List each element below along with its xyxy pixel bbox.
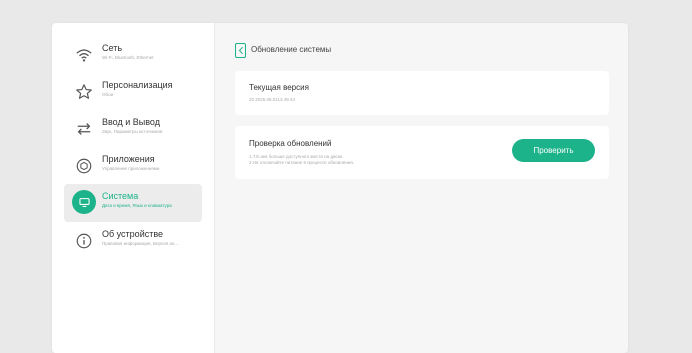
- page-title: Обновление системы: [251, 45, 332, 54]
- current-version-title: Текущая версия: [249, 83, 309, 92]
- main-content: Обновление системы Текущая версия 20.202…: [215, 23, 628, 353]
- sidebar-item-label: Персонализация: [102, 80, 173, 90]
- back-button[interactable]: [235, 43, 246, 58]
- arrows-icon: [74, 119, 94, 139]
- sidebar-item-subtitle: Управление приложениями: [102, 166, 160, 171]
- sidebar-item-network[interactable]: Сеть Wi-Fi, Bluetooth, Ethernet: [64, 37, 202, 73]
- sidebar-item-io[interactable]: Ввод и Вывод Звук, Параметры источников: [64, 111, 202, 147]
- chevron-left-icon: [238, 42, 244, 60]
- star-icon: [74, 82, 94, 102]
- apps-icon: [74, 156, 94, 176]
- sidebar-item-system[interactable]: Система Дата и время, Язык и клавиатура: [64, 184, 202, 222]
- sidebar-item-label: Приложения: [102, 154, 155, 164]
- update-note: 2.Не отключайте питание в процессе обнов…: [249, 160, 355, 165]
- check-updates-button[interactable]: Проверить: [512, 139, 595, 162]
- sidebar-item-apps[interactable]: Приложения Управление приложениями: [64, 148, 202, 184]
- current-version-card: Текущая версия 20.2025.08.0113.49.43: [235, 71, 609, 115]
- sidebar-item-subtitle: Правовая информация, Версия ан...: [102, 241, 179, 246]
- monitor-icon: [72, 190, 96, 214]
- sidebar-item-label: Об устройстве: [102, 229, 164, 239]
- update-check-card: Проверка обновлений 1.Т.Е.ник больше дос…: [235, 126, 609, 179]
- info-icon: [74, 231, 94, 251]
- sidebar-item-about[interactable]: Об устройстве Правовая информация, Верси…: [64, 223, 202, 259]
- update-check-title: Проверка обновлений: [249, 139, 332, 148]
- sidebar-item-label: Сеть: [102, 43, 123, 53]
- sidebar-item-subtitle: Обои: [102, 92, 114, 97]
- sidebar: Сеть Wi-Fi, Bluetooth, Ethernet Персонал…: [52, 23, 215, 353]
- current-version-value: 20.2025.08.0113.49.43: [249, 97, 295, 102]
- settings-window: Сеть Wi-Fi, Bluetooth, Ethernet Персонал…: [52, 23, 628, 353]
- sidebar-item-subtitle: Дата и время, Язык и клавиатура: [102, 203, 172, 208]
- sidebar-item-label: Система: [102, 191, 139, 201]
- sidebar-item-personalization[interactable]: Персонализация Обои: [64, 74, 202, 110]
- sidebar-item-subtitle: Звук, Параметры источников: [102, 129, 163, 134]
- sidebar-item-subtitle: Wi-Fi, Bluetooth, Ethernet: [102, 55, 154, 60]
- sidebar-item-label: Ввод и Вывод: [102, 117, 160, 127]
- wifi-icon: [74, 45, 94, 65]
